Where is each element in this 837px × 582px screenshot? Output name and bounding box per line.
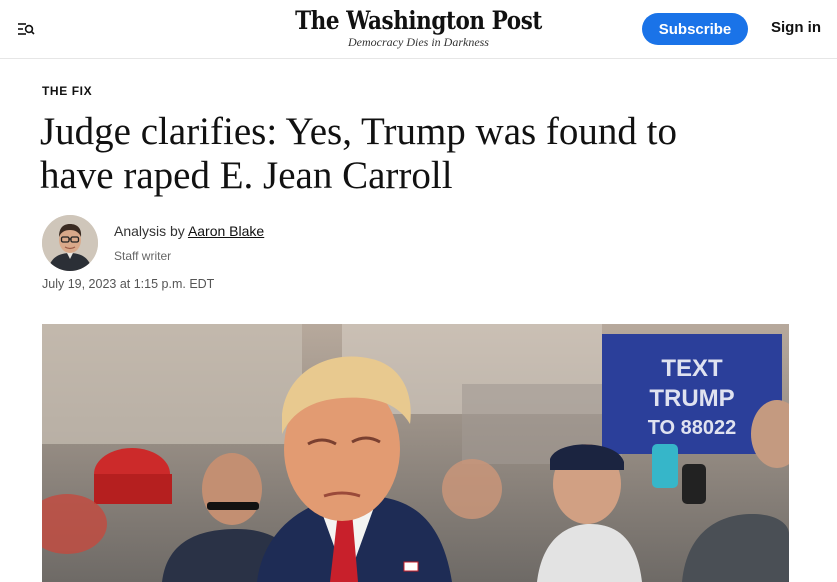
subscribe-button[interactable]: Subscribe (642, 13, 748, 45)
sign-line-1: TEXT (661, 355, 723, 382)
author-avatar[interactable] (42, 215, 98, 271)
sign-in-link[interactable]: Sign in (771, 19, 821, 36)
sign-line-3: TO 88022 (648, 417, 737, 439)
author-link[interactable]: Aaron Blake (188, 223, 264, 239)
publish-timestamp: July 19, 2023 at 1:15 p.m. EDT (42, 277, 215, 291)
sign-line-2: TRUMP (649, 385, 734, 412)
top-navigation-bar: The Washington Post Democracy Dies in Da… (0, 0, 837, 59)
article-headline: Judge clarifies: Yes, Trump was found to… (40, 110, 678, 197)
section-kicker[interactable]: THE FIX (42, 84, 92, 98)
author-role: Staff writer (114, 249, 172, 263)
byline-prefix: Analysis by (114, 223, 185, 239)
hero-image[interactable]: TEXT TRUMP TO 88022 (42, 324, 789, 582)
byline: Analysis by Aaron Blake (114, 223, 264, 239)
